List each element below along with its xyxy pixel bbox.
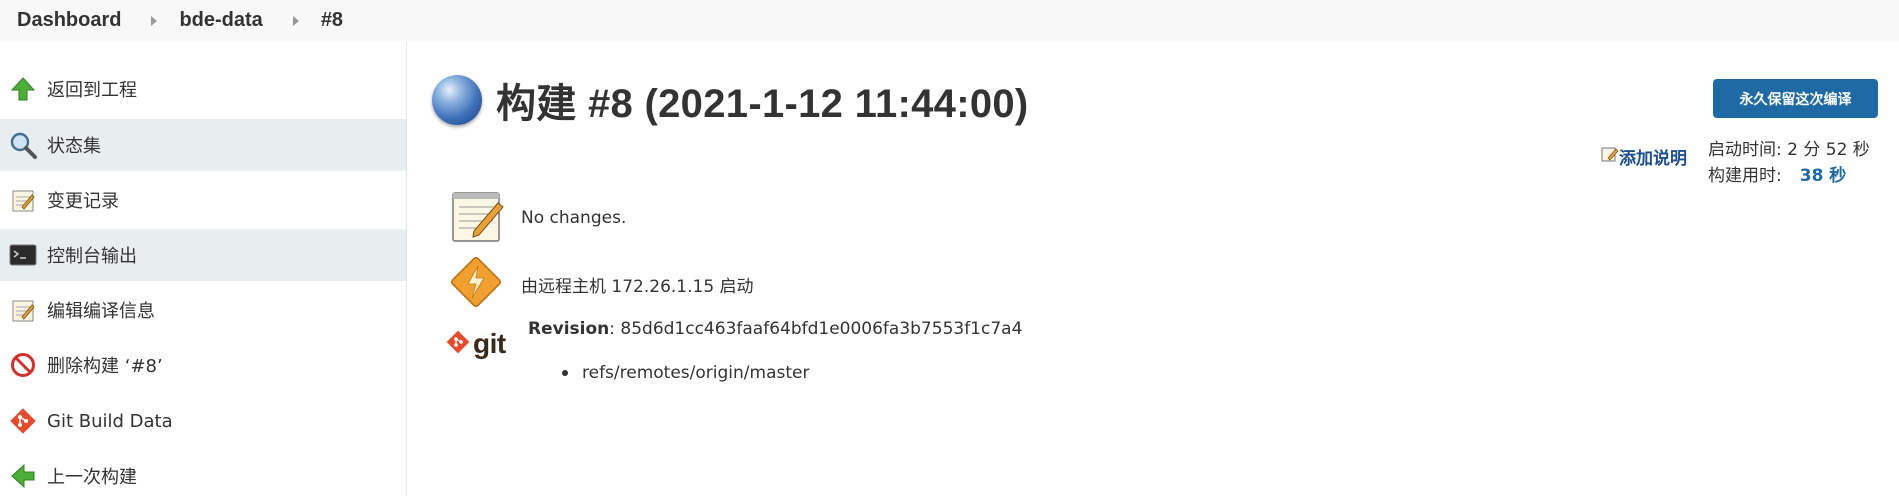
sidebar-item-back-to-project[interactable]: 返回到工程 (0, 63, 406, 115)
started-time: 启动时间: 2 分 52 秒 (1708, 140, 1870, 160)
breadcrumb-separator-icon[interactable] (151, 15, 158, 26)
notepad-icon (7, 294, 39, 326)
breadcrumb-project[interactable]: bde-data (179, 9, 262, 32)
breadcrumb-dashboard[interactable]: Dashboard (17, 9, 121, 32)
breadcrumb: Dashboard bde-data #8 (0, 0, 1899, 41)
branch-name: refs/remotes/origin/master (582, 363, 810, 383)
edit-note-icon (1601, 145, 1619, 168)
sidebar-item-git-build-data[interactable]: Git Build Data (0, 395, 406, 447)
git-logo-text: git (473, 328, 506, 359)
revision-label: Revision (528, 319, 610, 339)
sidebar-item-label: 上一次构建 (47, 467, 137, 488)
breadcrumb-separator-icon[interactable] (292, 15, 299, 26)
sidebar-item-status[interactable]: 状态集 (0, 119, 406, 171)
terminal-icon (7, 239, 39, 271)
duration-row: 构建用时: 38 秒 (1708, 163, 1870, 189)
keep-forever-button[interactable]: 永久保留这次编译 (1713, 79, 1878, 118)
git-logo: git (446, 328, 506, 360)
revision-hash: : 85d6d1cc463faaf64bfd1e0006fa3b7553f1c7… (609, 319, 1023, 339)
page-title: 构建 #8 (2021-1-12 11:44:00) (496, 82, 1029, 126)
add-description-label: 添加说明 (1619, 149, 1687, 169)
magnifier-icon (7, 129, 39, 161)
sidebar-item-label: 返回到工程 (47, 80, 137, 101)
git-icon (446, 330, 470, 358)
sidebar-item-delete-build[interactable]: 删除构建 ‘#8’ (0, 339, 406, 391)
sidebar-item-label: 删除构建 ‘#8’ (47, 356, 163, 377)
build-header: 构建 #8 (2021-1-12 11:44:00) (432, 71, 1029, 129)
duration-link[interactable]: 38 秒 (1800, 166, 1847, 186)
notepad-icon (448, 187, 506, 249)
sidebar-item-changes[interactable]: 变更记录 (0, 174, 406, 226)
notepad-icon (7, 184, 39, 216)
bullet-icon (562, 370, 568, 376)
revision-line: Revision: 85d6d1cc463faaf64bfd1e0006fa3b… (528, 319, 1022, 339)
sidebar-item-label: Git Build Data (47, 410, 173, 432)
sidebar-item-label: 状态集 (47, 136, 101, 157)
no-entry-icon (7, 349, 39, 381)
build-time-info: 启动时间: 2 分 52 秒 构建用时: 38 秒 (1708, 137, 1870, 189)
left-arrow-icon (7, 460, 39, 492)
sidebar-item-console-output[interactable]: 控制台输出 (0, 229, 406, 281)
cause-text: 由远程主机 172.26.1.15 启动 (521, 276, 754, 297)
add-description-link[interactable]: 添加说明 (1601, 144, 1687, 169)
remote-trigger-icon (448, 254, 504, 314)
build-status-ball-icon (432, 75, 482, 125)
duration-label: 构建用时: (1708, 166, 1782, 186)
sidebar: 返回到工程 状态集 变更记录 控制台输出 编辑编译信息 删除构建 ‘#8’ Gi… (0, 41, 407, 496)
changes-text: No changes. (521, 208, 627, 228)
sidebar-item-label: 控制台输出 (47, 246, 137, 267)
sidebar-item-label: 变更记录 (47, 191, 119, 212)
branch-list-item: refs/remotes/origin/master (562, 363, 809, 383)
changes-section: No changes. (448, 187, 626, 249)
sidebar-item-previous-build[interactable]: 上一次构建 (0, 450, 406, 502)
up-arrow-icon (7, 73, 39, 105)
sidebar-item-label: 编辑编译信息 (47, 301, 155, 322)
sidebar-item-edit-build-info[interactable]: 编辑编译信息 (0, 284, 406, 336)
git-icon (7, 405, 39, 437)
breadcrumb-build[interactable]: #8 (321, 9, 343, 32)
cause-section: 由远程主机 172.26.1.15 启动 (448, 254, 754, 314)
